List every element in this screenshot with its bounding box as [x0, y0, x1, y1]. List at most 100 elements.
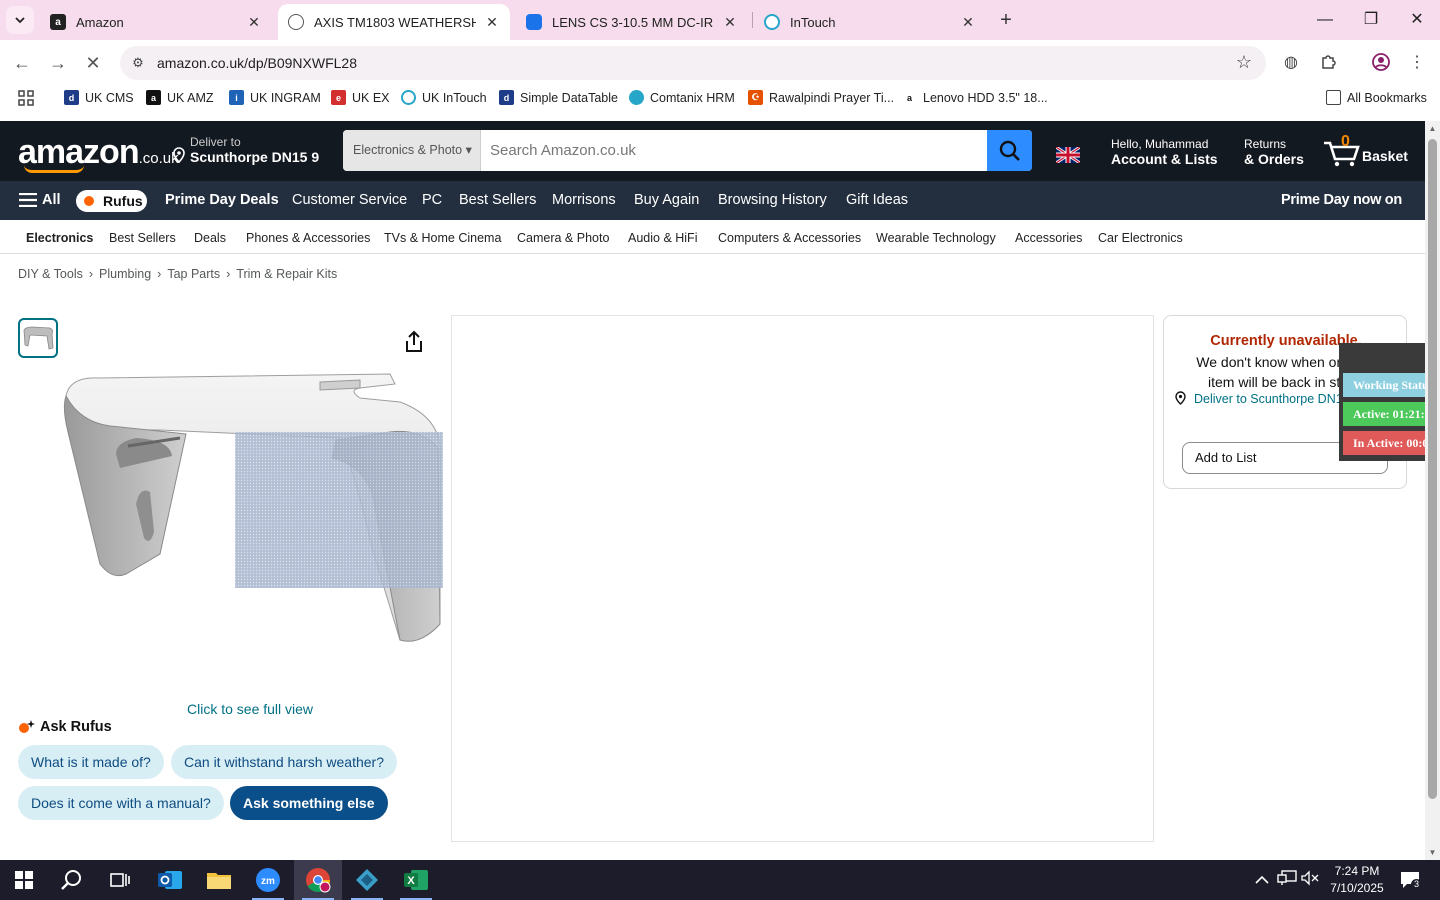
nav-browsing-history[interactable]: Browsing History	[718, 192, 827, 208]
bookmark-uk-cms[interactable]: d UK CMS	[64, 90, 134, 105]
taskbar-search-icon[interactable]	[48, 860, 96, 900]
nav-best-sellers[interactable]: Best Sellers	[459, 192, 536, 208]
scroll-down-arrow-icon[interactable]: ▼	[1425, 845, 1440, 860]
nav-prime-day-deals[interactable]: Prime Day Deals	[165, 192, 279, 208]
subnav-wearable-technology[interactable]: Wearable Technology	[876, 231, 996, 245]
tab-close-icon[interactable]: ✕	[484, 14, 500, 31]
subnav-camera-photo[interactable]: Camera & Photo	[517, 231, 609, 245]
browser-menu-kebab-icon[interactable]: ⋮	[1406, 52, 1428, 74]
forward-arrow-icon[interactable]: →	[45, 50, 71, 76]
bookmark-rawalpindi-prayer[interactable]: ☪ Rawalpindi Prayer Ti...	[748, 90, 894, 105]
apps-grid-icon[interactable]	[18, 90, 34, 106]
file-explorer-icon[interactable]	[195, 860, 243, 900]
tab-axis-weathershield[interactable]: AXIS TM1803 WEATHERSHIELD ✕	[278, 4, 510, 40]
translate-globe-icon[interactable]: ◍	[1280, 52, 1302, 74]
extensions-puzzle-icon[interactable]	[1318, 52, 1340, 74]
search-category-dropdown[interactable]: Electronics & Photo ▾	[343, 130, 481, 171]
subnav-accessories[interactable]: Accessories	[1015, 231, 1082, 245]
rufus-icon	[84, 196, 94, 206]
close-window-icon[interactable]: ✕	[1394, 0, 1440, 40]
subnav-electronics[interactable]: Electronics	[26, 231, 93, 245]
excel-app-icon[interactable]: X	[392, 860, 440, 900]
windows-start-icon[interactable]	[0, 860, 48, 900]
returns-and-orders[interactable]: Returns & Orders	[1244, 137, 1304, 167]
restore-icon[interactable]: ❐	[1348, 0, 1394, 40]
product-thumbnail[interactable]	[18, 318, 58, 358]
minimize-icon[interactable]: —	[1302, 0, 1348, 40]
nav-gift-ideas[interactable]: Gift Ideas	[846, 192, 908, 208]
basket[interactable]: Basket	[1322, 135, 1412, 169]
subnav-phones-accessories[interactable]: Phones & Accessories	[246, 231, 370, 245]
bookmark-simple-datatable[interactable]: d Simple DataTable	[499, 90, 618, 105]
notifications-icon[interactable]: 3	[1398, 870, 1422, 890]
tab-search-chevron-icon[interactable]	[6, 6, 34, 34]
scroll-thumb[interactable]	[1428, 139, 1437, 799]
page-scrollbar[interactable]: ▲ ▼	[1425, 121, 1440, 860]
folder-icon	[1326, 90, 1341, 105]
nav-morrisons[interactable]: Morrisons	[552, 192, 616, 208]
tab-close-icon[interactable]: ✕	[246, 14, 262, 31]
chrome-app-icon[interactable]	[294, 860, 342, 900]
bookmark-uk-intouch[interactable]: UK InTouch	[401, 90, 487, 105]
rufus-question-chip[interactable]: What is it made of?	[18, 745, 164, 779]
subnav-car-electronics[interactable]: Car Electronics	[1098, 231, 1183, 245]
tab-close-icon[interactable]: ✕	[722, 14, 738, 31]
address-bar[interactable]: ⚙ amazon.co.uk/dp/B09NXWFL28 ☆	[120, 46, 1266, 80]
site-settings-icon[interactable]: ⚙	[128, 53, 148, 73]
url-text[interactable]: amazon.co.uk/dp/B09NXWFL28	[157, 55, 357, 71]
volume-muted-icon[interactable]	[1300, 870, 1320, 890]
nav-customer-service[interactable]: Customer Service	[292, 192, 407, 208]
rufus-question-chip[interactable]: Can it withstand harsh weather?	[171, 745, 397, 779]
breadcrumb-item[interactable]: Tap Parts	[167, 267, 220, 281]
product-main-image[interactable]	[60, 368, 446, 648]
outlook-app-icon[interactable]	[146, 860, 194, 900]
all-menu[interactable]: All	[19, 192, 61, 208]
ask-something-else-button[interactable]: Ask something else	[230, 786, 388, 820]
prime-day-promo[interactable]: Prime Day now on	[1281, 192, 1402, 208]
rufus-button[interactable]: Rufus	[76, 190, 147, 212]
nav-buy-again[interactable]: Buy Again	[634, 192, 699, 208]
back-arrow-icon[interactable]: ←	[9, 50, 35, 76]
tab-lens[interactable]: LENS CS 3-10.5 MM DC-IRIS 2 I ✕	[516, 4, 748, 40]
deliver-to-location[interactable]: Deliver to Scunthorpe DN15 9	[172, 135, 319, 165]
taskbar-clock[interactable]: 7:24 PM 7/10/2025	[1322, 863, 1392, 897]
pinned-app-icon[interactable]	[343, 860, 391, 900]
bookmark-uk-ingram[interactable]: i UK INGRAM	[229, 90, 321, 105]
bookmark-uk-amz[interactable]: a UK AMZ	[146, 90, 214, 105]
new-tab-plus-icon[interactable]: +	[994, 8, 1018, 32]
rufus-question-chip[interactable]: Does it come with a manual?	[18, 786, 224, 820]
bookmark-uk-ex[interactable]: e UK EX	[331, 90, 390, 105]
click-full-view-link[interactable]: Click to see full view	[187, 701, 313, 717]
tab-close-icon[interactable]: ✕	[960, 14, 976, 31]
uk-flag-icon[interactable]	[1056, 147, 1080, 163]
subnav-tvs-home-cinema[interactable]: TVs & Home Cinema	[384, 231, 501, 245]
search-button[interactable]	[987, 130, 1032, 171]
bookmark-favicon-icon: d	[499, 90, 514, 105]
nav-pc[interactable]: PC	[422, 192, 442, 208]
search-input[interactable]	[482, 130, 987, 171]
tab-intouch[interactable]: InTouch ✕	[754, 4, 986, 40]
breadcrumb-item[interactable]: Plumbing	[99, 267, 151, 281]
tab-amazon[interactable]: a Amazon ✕	[40, 4, 272, 40]
account-and-lists[interactable]: Hello, Muhammad Account & Lists	[1111, 137, 1218, 167]
category-subnav: Electronics Best Sellers Deals Phones & …	[0, 220, 1425, 254]
bookmark-lenovo-hdd[interactable]: a Lenovo HDD 3.5" 18...	[902, 90, 1048, 105]
subnav-computers-accessories[interactable]: Computers & Accessories	[718, 231, 861, 245]
all-bookmarks[interactable]: All Bookmarks	[1326, 90, 1427, 105]
share-icon[interactable]	[403, 330, 427, 356]
stop-loading-icon[interactable]: ✕	[80, 50, 106, 76]
tray-chevron-up-icon[interactable]	[1252, 870, 1272, 890]
buybox-deliver-to-link[interactable]: Deliver to Scunthorpe DN15 9	[1175, 391, 1360, 406]
zoom-app-icon[interactable]: zm	[244, 860, 292, 900]
breadcrumb-item[interactable]: Trim & Repair Kits	[236, 267, 337, 281]
network-icon[interactable]	[1277, 870, 1297, 890]
scroll-up-arrow-icon[interactable]: ▲	[1425, 121, 1440, 136]
subnav-deals[interactable]: Deals	[194, 231, 226, 245]
subnav-best-sellers[interactable]: Best Sellers	[109, 231, 176, 245]
breadcrumb-item[interactable]: DIY & Tools	[18, 267, 83, 281]
bookmark-star-icon[interactable]: ☆	[1236, 52, 1252, 73]
task-view-icon[interactable]	[96, 860, 144, 900]
subnav-audio-hifi[interactable]: Audio & HiFi	[628, 231, 697, 245]
bookmark-comtanix-hrm[interactable]: Comtanix HRM	[629, 90, 735, 105]
profile-avatar-icon[interactable]	[1370, 52, 1392, 74]
